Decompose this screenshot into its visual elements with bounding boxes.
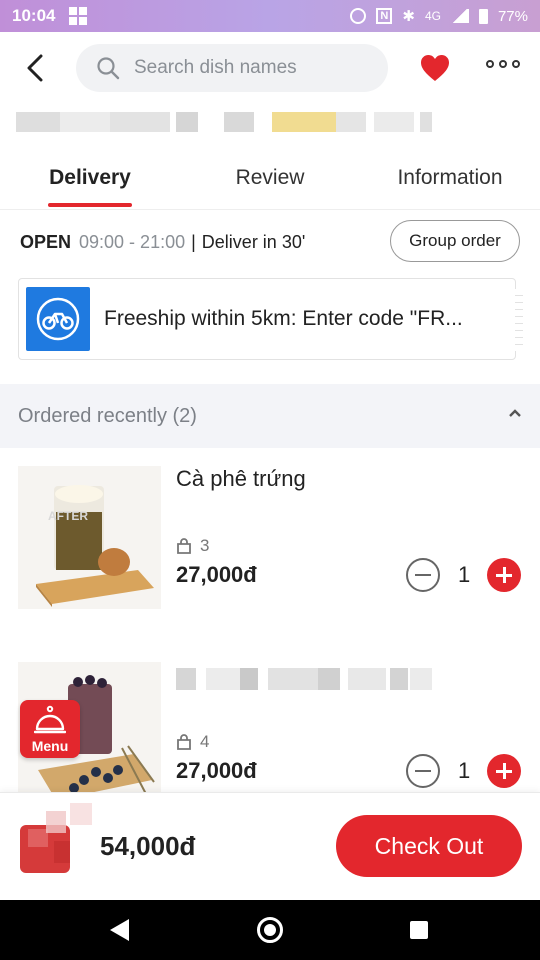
watermark-text: AFTER <box>48 509 88 523</box>
alarm-icon <box>350 8 367 24</box>
chevron-left-icon <box>27 54 43 82</box>
status-icons: N ✱ 4G 77% <box>350 7 528 25</box>
menu-label: Menu <box>31 738 69 754</box>
cart-total: 54,000đ <box>100 831 196 861</box>
delivery-time: Deliver in 30' <box>201 231 306 252</box>
dish-name-blurred <box>176 668 432 690</box>
chevron-up-icon <box>509 409 521 417</box>
sold-count-value: 4 <box>200 732 210 751</box>
dish-price: 27,000đ <box>176 758 257 783</box>
opening-hours: 09:00 - 21:00 <box>79 231 186 252</box>
increase-quantity-button[interactable] <box>487 754 521 788</box>
quantity-value: 1 <box>458 758 471 783</box>
top-header <box>0 32 540 104</box>
sold-count: 4 <box>176 732 209 752</box>
dot-icon <box>512 60 520 68</box>
quantity-value: 1 <box>458 562 471 587</box>
signal-icon <box>450 9 469 23</box>
battery-percent: 77% <box>497 7 528 25</box>
nfc-icon: N <box>376 8 393 24</box>
nav-home-icon[interactable] <box>257 917 283 943</box>
tab-review[interactable]: Review <box>180 150 360 209</box>
store-tabs: Delivery Review Information <box>0 150 540 210</box>
network-label: 4G <box>424 9 441 23</box>
promo-banner[interactable]: Freeship within 5km: Enter code "FR... <box>18 278 523 360</box>
search-input[interactable] <box>134 57 364 79</box>
increase-quantity-button[interactable] <box>487 558 521 592</box>
status-bar: 10:04 N ✱ 4G 77% <box>0 0 540 32</box>
open-status: OPEN <box>20 231 72 252</box>
bag-icon <box>177 734 191 750</box>
dot-icon <box>499 60 507 68</box>
windows-icon <box>69 7 88 25</box>
sold-count-value: 3 <box>200 536 210 555</box>
store-name-blurred <box>16 112 432 132</box>
more-options-button[interactable] <box>486 60 520 68</box>
dot-icon <box>486 60 494 68</box>
dish-price: 27,000đ <box>176 562 257 587</box>
nav-recents-icon[interactable] <box>410 921 428 939</box>
dish-name: Cà phê trứng <box>176 466 306 491</box>
bluetooth-icon: ✱ <box>402 8 415 25</box>
nav-back-icon[interactable] <box>110 919 129 941</box>
bike-delivery-icon <box>26 287 90 351</box>
status-time: 10:04 <box>12 6 56 25</box>
decrease-quantity-button[interactable] <box>406 754 440 788</box>
cart-bar: 54,000đ Check Out <box>0 792 540 900</box>
checkout-button[interactable]: Check Out <box>336 815 522 877</box>
promo-text: Freeship within 5km: Enter code "FR... <box>104 307 463 330</box>
search-bar[interactable] <box>76 44 388 92</box>
favorite-heart-icon[interactable] <box>420 54 450 82</box>
cart-bag-icon[interactable] <box>18 801 98 875</box>
ordered-recently-header[interactable]: Ordered recently (2) <box>0 384 540 448</box>
back-button[interactable] <box>20 53 50 83</box>
sold-count: 3 <box>176 536 209 556</box>
system-nav-bar <box>0 900 540 960</box>
service-bell-icon <box>34 705 66 734</box>
tab-information[interactable]: Information <box>360 150 540 209</box>
group-order-button[interactable]: Group order <box>390 220 520 262</box>
section-title: Ordered recently (2) <box>18 404 197 427</box>
dish-image[interactable]: AFTER <box>18 466 161 609</box>
bag-icon <box>177 538 191 554</box>
separator: | <box>191 231 196 252</box>
menu-button[interactable]: Menu <box>20 700 80 758</box>
search-icon <box>97 57 120 80</box>
store-status-row: OPEN 09:00 - 21:00 | Deliver in 30' Grou… <box>20 220 520 264</box>
tab-delivery[interactable]: Delivery <box>0 150 180 209</box>
battery-icon <box>478 8 488 24</box>
menu-item: AFTER Cà phê trứng 3 27,000đ 1 <box>0 448 540 628</box>
decrease-quantity-button[interactable] <box>406 558 440 592</box>
ticket-edge <box>515 289 523 351</box>
